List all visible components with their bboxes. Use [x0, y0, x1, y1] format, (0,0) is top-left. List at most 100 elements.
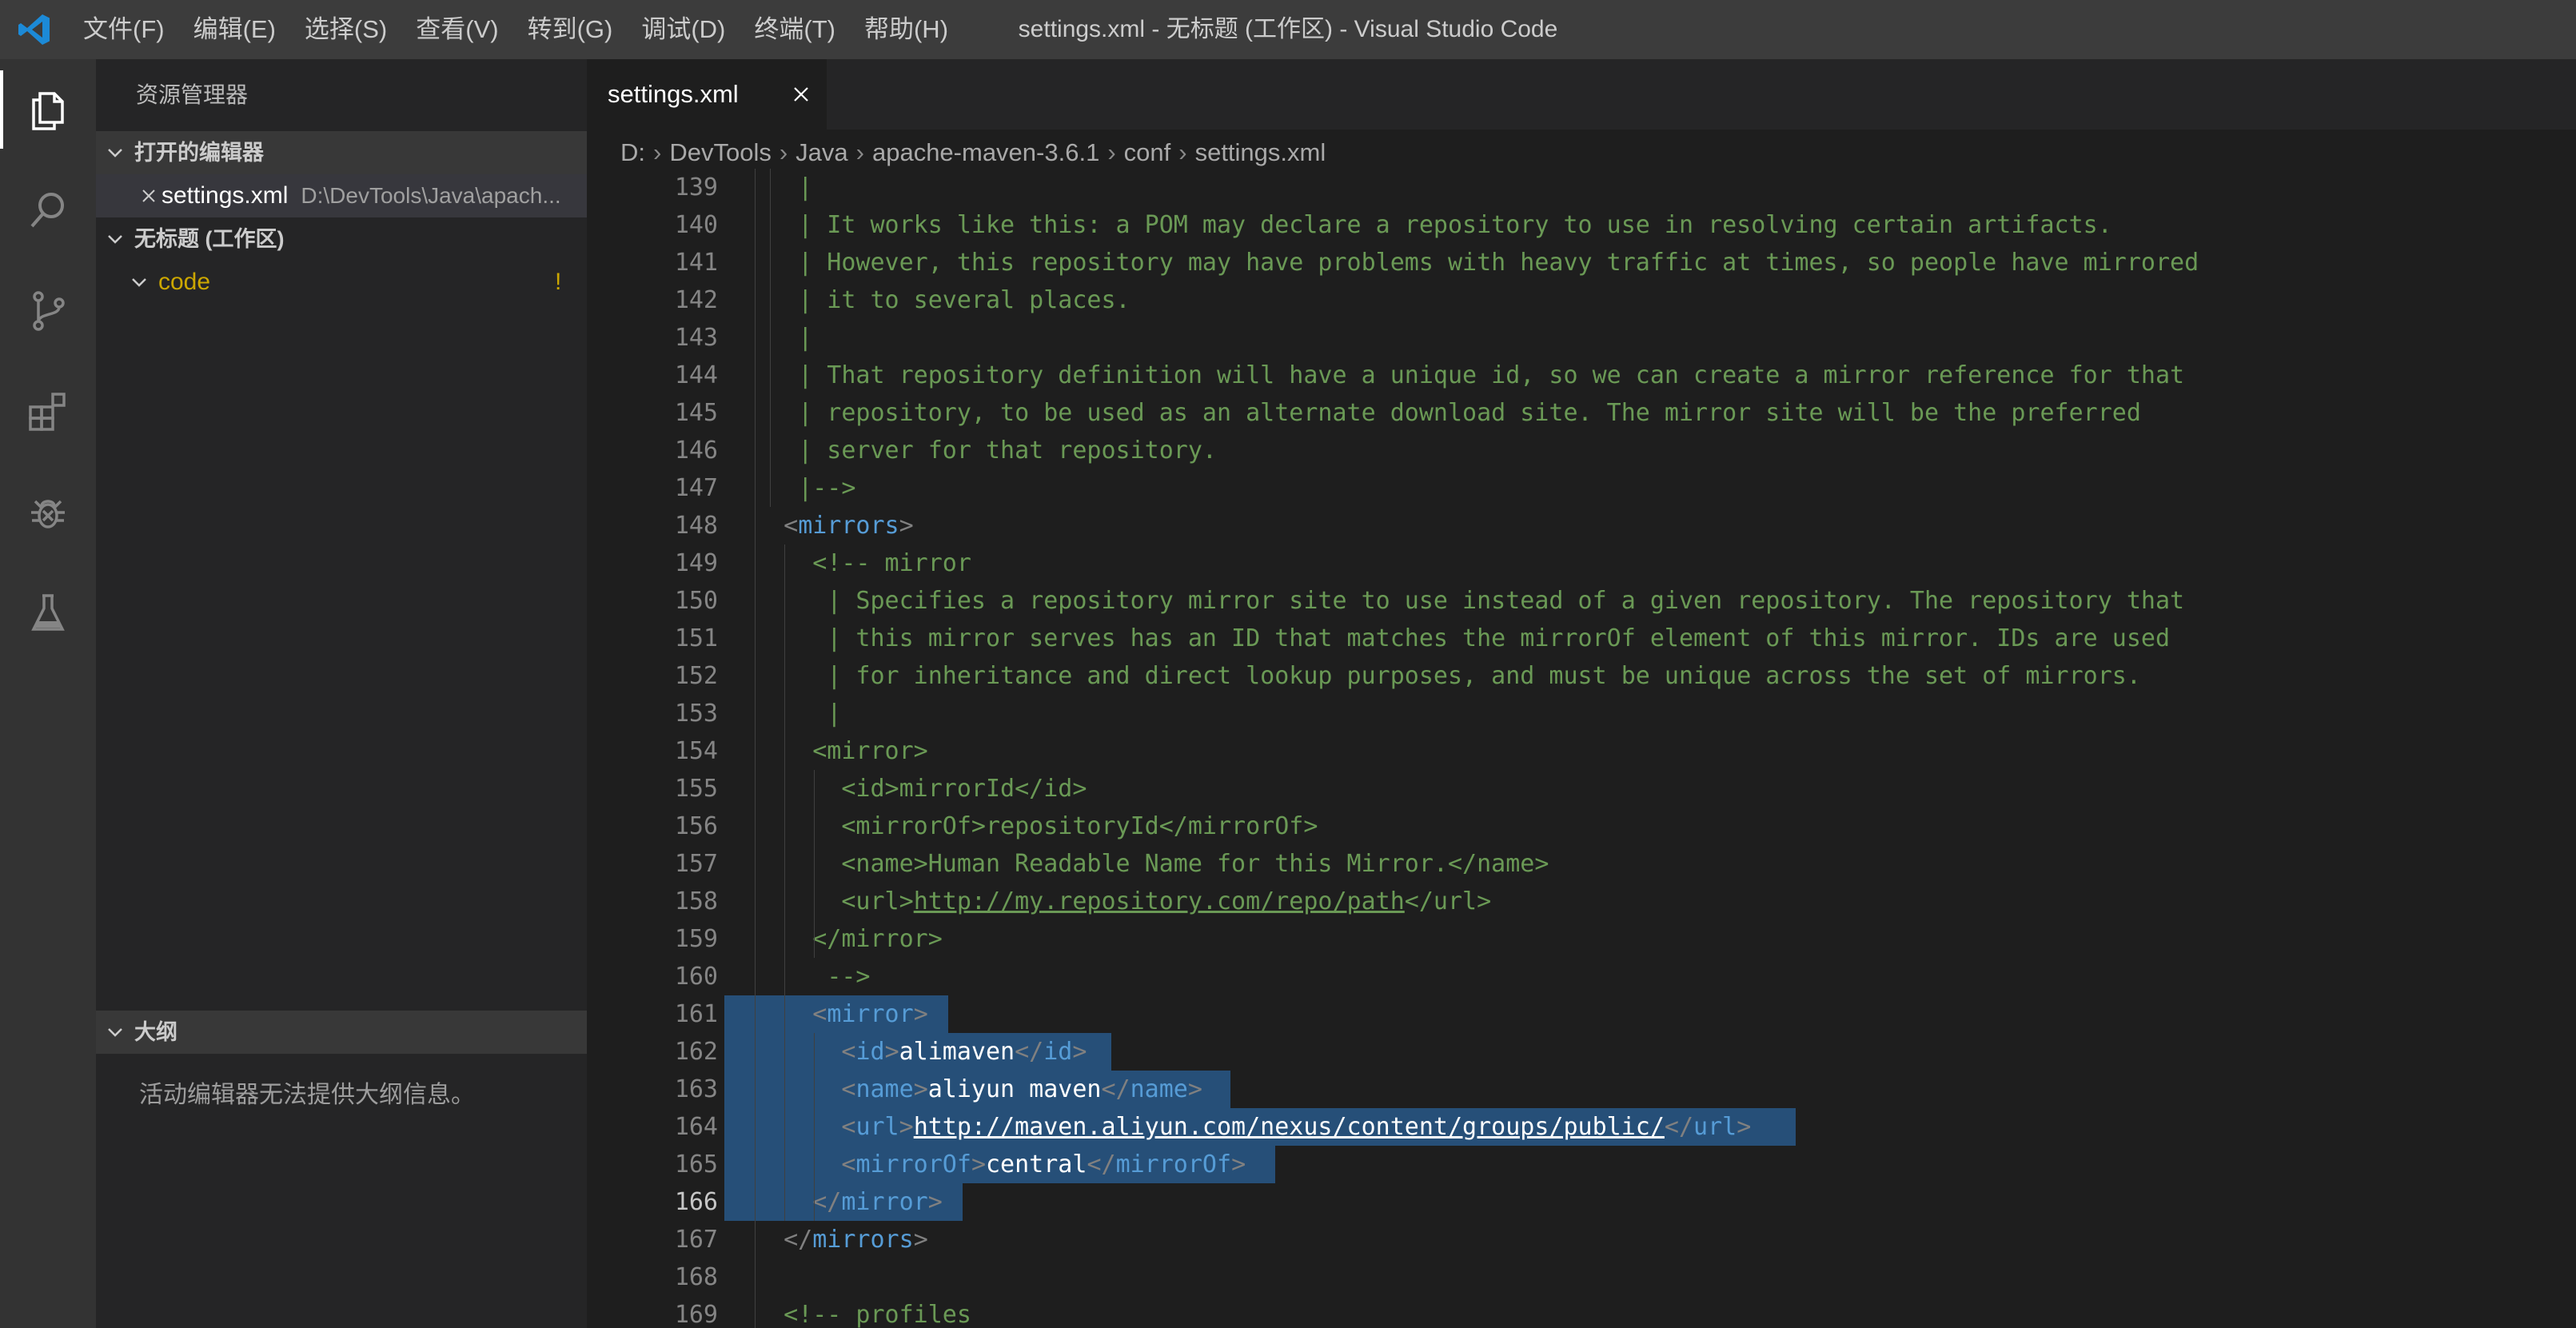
folder-name: code	[158, 269, 211, 295]
menu-go[interactable]: 转到(G)	[513, 0, 628, 59]
outline-header[interactable]: 大纲	[96, 1011, 587, 1054]
line-number: 155	[674, 775, 718, 803]
extensions-icon[interactable]	[0, 361, 96, 462]
line-number: 164	[674, 1113, 718, 1141]
chevron-right-icon: ›	[779, 138, 788, 166]
folder-item-code[interactable]: code !	[96, 261, 587, 304]
line-number: 167	[674, 1226, 718, 1254]
code-text: |	[798, 173, 813, 201]
menu-debug[interactable]: 调试(D)	[627, 0, 740, 59]
code-line: 166 </mirror>	[587, 1183, 2576, 1221]
line-number: 145	[674, 399, 718, 427]
chevron-down-icon	[126, 273, 152, 291]
indent-guide	[784, 544, 786, 1221]
code-line: 152 | for inheritance and direct lookup …	[587, 657, 2576, 695]
chevron-right-icon: ›	[1107, 138, 1116, 166]
code-line: 164 <url>http://maven.aliyun.com/nexus/c…	[587, 1108, 2576, 1146]
line-number: 159	[674, 925, 718, 953]
test-flask-icon[interactable]	[0, 563, 96, 664]
menu-file[interactable]: 文件(F)	[69, 0, 179, 59]
menu-terminal[interactable]: 终端(T)	[740, 0, 850, 59]
menu-help[interactable]: 帮助(H)	[850, 0, 963, 59]
line-number: 153	[674, 700, 718, 728]
code-text: | server for that repository.	[798, 437, 1217, 465]
chevron-down-icon	[96, 1023, 134, 1041]
line-number: 146	[674, 437, 718, 465]
code-text: | That repository definition will have a…	[798, 361, 2185, 389]
line-number: 157	[674, 850, 718, 878]
code-line: 160 -->	[587, 958, 2576, 995]
line-number: 156	[674, 812, 718, 840]
line-number: 168	[674, 1263, 718, 1291]
code-line: 144 | That repository definition will ha…	[587, 357, 2576, 394]
code-editor[interactable]: 139 | 140 | It works like this: a POM may…	[587, 168, 2576, 1328]
code-text: | this mirror serves has an ID that matc…	[827, 624, 2171, 652]
chevron-down-icon	[96, 144, 134, 162]
menu-view[interactable]: 查看(V)	[401, 0, 512, 59]
chevron-right-icon: ›	[855, 138, 864, 166]
line-number: 144	[674, 361, 718, 389]
line-number: 161	[674, 1000, 718, 1028]
code-line: 139 |	[587, 169, 2576, 206]
close-icon[interactable]	[136, 188, 161, 204]
code-text: <name>aliyun maven</name>	[841, 1075, 1202, 1103]
code-line: 146 | server for that repository.	[587, 432, 2576, 469]
menu-edit[interactable]: 编辑(E)	[179, 0, 290, 59]
code-text: | However, this repository may have prob…	[798, 249, 2199, 277]
code-text: <url>http://maven.aliyun.com/nexus/conte…	[841, 1113, 1752, 1141]
debug-icon[interactable]	[0, 462, 96, 563]
code-text: </mirrors>	[784, 1226, 928, 1254]
workspace-header[interactable]: 无标题 (工作区)	[96, 217, 587, 261]
code-text: | it to several places.	[798, 286, 1130, 314]
code-line: 158 <url>http://my.repository.com/repo/p…	[587, 883, 2576, 920]
breadcrumb-item[interactable]: DevTools	[669, 138, 772, 167]
line-number: 160	[674, 963, 718, 991]
open-editors-header[interactable]: 打开的编辑器	[96, 131, 587, 174]
explorer-icon[interactable]	[0, 59, 96, 160]
breadcrumb-item[interactable]: settings.xml	[1195, 138, 1326, 167]
chevron-right-icon: ›	[1178, 138, 1187, 166]
code-line: 143 |	[587, 319, 2576, 357]
line-number: 166	[674, 1188, 718, 1216]
open-editor-item[interactable]: settings.xml D:\DevTools\Java\apach...	[96, 174, 587, 217]
line-number: 143	[674, 324, 718, 352]
activity-bar	[0, 59, 96, 1328]
editor-tab-bar: settings.xml	[587, 59, 2576, 130]
tab-label: settings.xml	[608, 80, 739, 108]
line-number: 163	[674, 1075, 718, 1103]
menu-selection[interactable]: 选择(S)	[290, 0, 401, 59]
code-text: <mirrorOf>central</mirrorOf>	[841, 1151, 1246, 1178]
breadcrumb-item[interactable]: conf	[1124, 138, 1171, 167]
source-control-icon[interactable]	[0, 261, 96, 361]
open-editor-path: D:\DevTools\Java\apach...	[301, 183, 561, 208]
code-line: 159 </mirror>	[587, 920, 2576, 958]
code-line: 161 <mirror>	[587, 995, 2576, 1033]
code-line: 141 | However, this repository may have …	[587, 244, 2576, 281]
code-text: |	[827, 700, 842, 728]
breadcrumb-item[interactable]: Java	[796, 138, 847, 167]
breadcrumb-item[interactable]: apache-maven-3.6.1	[872, 138, 1099, 167]
code-text: <mirror>	[812, 1000, 928, 1028]
workspace-title: 无标题 (工作区)	[134, 227, 285, 251]
code-text: <id>mirrorId</id>	[841, 775, 1087, 803]
vscode-logo-icon	[0, 0, 69, 59]
breadcrumb-item[interactable]: D:	[620, 138, 645, 167]
open-editor-filename: settings.xml	[161, 182, 289, 209]
code-text: <!-- mirror	[812, 549, 971, 577]
code-line: 149 <!-- mirror	[587, 544, 2576, 582]
tab-settings-xml[interactable]: settings.xml	[587, 59, 827, 130]
line-number: 154	[674, 737, 718, 765]
code-text: <id>alimaven</id>	[841, 1038, 1087, 1066]
outline-title: 大纲	[134, 1020, 177, 1044]
code-text: <name>Human Readable Name for this Mirro…	[841, 850, 1549, 878]
code-line: 157 <name>Human Readable Name for this M…	[587, 845, 2576, 883]
line-number: 148	[674, 512, 718, 540]
line-number: 165	[674, 1151, 718, 1178]
close-icon[interactable]	[788, 82, 814, 107]
code-text: <!-- profiles	[784, 1301, 971, 1328]
code-text: -->	[827, 963, 871, 991]
search-icon[interactable]	[0, 160, 96, 261]
code-text: <mirror>	[812, 737, 928, 765]
line-number: 162	[674, 1038, 718, 1066]
code-line: 151 | this mirror serves has an ID that …	[587, 620, 2576, 657]
